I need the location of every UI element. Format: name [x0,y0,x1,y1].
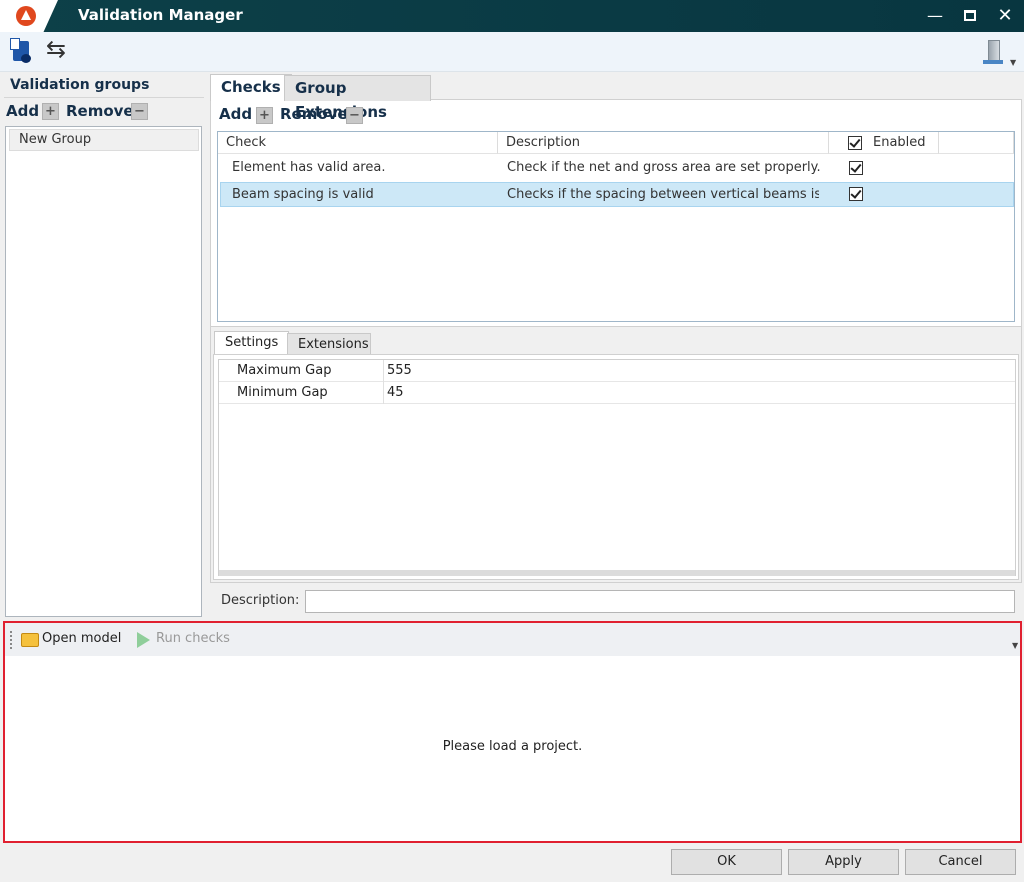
tab-settings[interactable]: Settings [214,331,290,355]
folder-icon [21,633,39,647]
column-header-description[interactable]: Description [498,132,829,154]
horizontal-scrollbar[interactable] [219,570,1015,576]
description-label: Description: [221,593,300,608]
open-model-label: Open model [42,631,122,646]
apply-button[interactable]: Apply [788,849,899,875]
column-header-enabled[interactable]: Enabled [829,132,939,154]
close-icon[interactable]: ✕ [992,4,1018,28]
column-header-check[interactable]: Check [218,132,498,154]
tab-group-extensions[interactable]: Group Extensions [284,75,431,121]
description-input[interactable] [305,590,1015,613]
window-title: Validation Manager [78,6,243,24]
check-add-icon[interactable]: + [256,107,273,124]
divider [383,382,384,404]
empty-message: Please load a project. [442,739,583,754]
table-row[interactable]: Beam spacing is valid Checks if the spac… [220,182,1014,207]
enable-all-checkbox[interactable] [848,136,862,150]
setting-name: Minimum Gap [237,385,328,400]
settings-grid: Maximum Gap 555 Minimum Gap 45 [218,359,1016,576]
validation-book-icon[interactable] [10,38,34,64]
column-header-blank [939,132,1014,154]
group-remove-icon[interactable]: − [131,103,148,120]
toolbar-overflow-icon[interactable]: ▼ [1012,641,1018,650]
setting-name: Maximum Gap [237,363,332,378]
group-remove-label[interactable]: Remove [66,102,134,120]
play-icon [137,632,150,648]
group-list: New Group [5,126,202,617]
group-add-icon[interactable]: + [42,103,59,120]
divider [4,97,204,98]
tab-extensions[interactable]: Extensions [287,333,371,355]
check-remove-icon[interactable]: − [346,107,363,124]
enabled-checkbox[interactable] [849,187,863,201]
run-checks-label: Run checks [156,631,230,646]
table-row[interactable]: Maximum Gap 555 [219,360,1015,382]
enabled-checkbox[interactable] [849,161,863,175]
list-item[interactable]: New Group [9,129,199,151]
check-add-label[interactable]: Add [219,105,252,123]
model-panel: Open model Run checks ▼ Please load a pr… [3,621,1022,843]
check-remove-label[interactable]: Remove [280,105,348,123]
tab-checks[interactable]: Checks [210,74,292,101]
maximize-icon[interactable] [957,4,983,28]
group-add-label[interactable]: Add [6,102,39,120]
check-description-cell: Checks if the spacing between vertical b… [507,187,819,202]
cancel-button[interactable]: Cancel [905,849,1016,875]
check-name-cell: Element has valid area. [232,160,386,175]
setting-value[interactable]: 45 [387,382,404,404]
validation-groups-header: Validation groups [10,77,150,93]
check-description-cell: Check if the net and gross area are set … [507,160,821,175]
model-toolbar: Open model Run checks ▼ [5,623,1020,656]
minimize-icon[interactable]: — [922,4,948,28]
app-logo-icon [16,6,36,26]
toolbar-grip-icon[interactable] [10,631,12,649]
ok-button[interactable]: OK [671,849,782,875]
table-row[interactable]: Element has valid area. Check if the net… [220,156,1014,180]
building-icon[interactable] [982,40,1006,64]
divider [383,360,384,382]
setting-value[interactable]: 555 [387,360,412,382]
check-name-cell: Beam spacing is valid [232,187,374,202]
toolbar-overflow-icon[interactable]: ▼ [1010,58,1016,67]
swap-arrows-icon[interactable]: ⇆ [46,37,74,64]
main-toolbar [0,32,1024,72]
table-row[interactable]: Minimum Gap 45 [219,382,1015,404]
checks-grid: Check Description Enabled Element has va… [217,131,1015,322]
